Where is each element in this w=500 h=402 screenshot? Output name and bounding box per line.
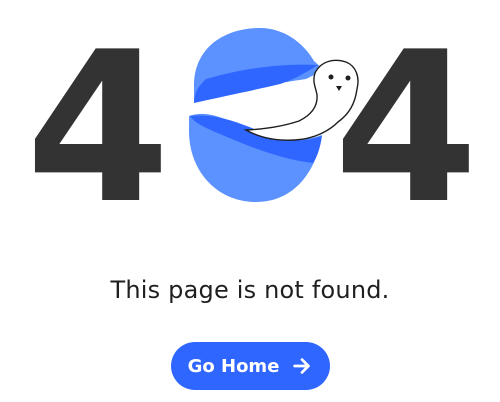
digit-four-left: 4	[26, 8, 171, 230]
go-home-label: Go Home	[187, 355, 280, 377]
blue-globe-icon	[189, 28, 324, 202]
not-found-message: This page is not found.	[110, 276, 390, 304]
arrow-right-icon	[293, 358, 311, 374]
error-404-graphic: 4 4	[0, 0, 500, 250]
go-home-button[interactable]: Go Home	[171, 342, 330, 390]
digit-four-right: 4	[334, 8, 479, 230]
